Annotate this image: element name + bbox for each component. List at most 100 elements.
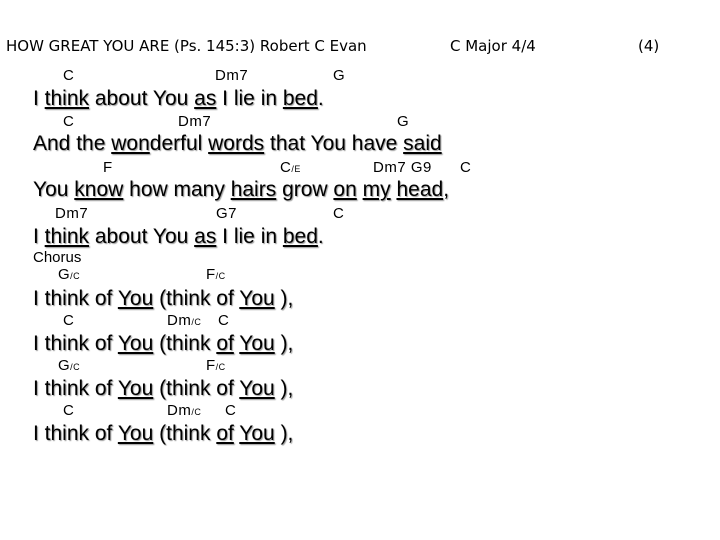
stressed-syllable: hairs bbox=[230, 178, 277, 201]
chord-bass: /C bbox=[70, 271, 81, 281]
lyric-text: derful bbox=[149, 132, 209, 155]
lyric-text: And the bbox=[33, 132, 112, 155]
chord: C bbox=[218, 312, 229, 329]
chord: C/E bbox=[280, 159, 301, 176]
chord: C bbox=[460, 159, 471, 176]
stressed-syllable: of bbox=[216, 332, 234, 355]
stressed-syllable: You bbox=[239, 377, 275, 400]
chord: G7 bbox=[216, 205, 237, 222]
stressed-syllable: You bbox=[117, 287, 154, 310]
chord-root: C bbox=[63, 312, 75, 329]
page-number: (4) bbox=[638, 37, 660, 55]
stressed-syllable: You bbox=[239, 332, 275, 355]
lyric-text: grow bbox=[276, 178, 334, 201]
chord: C bbox=[63, 113, 74, 130]
lyric-line: You know how many hairs grow on my head, bbox=[33, 178, 449, 202]
stressed-syllable: You bbox=[117, 422, 154, 445]
stressed-syllable: head bbox=[396, 178, 444, 201]
lyric-text: (think of bbox=[153, 287, 240, 310]
lyric-text: I think of bbox=[33, 422, 118, 445]
chord-root: G bbox=[397, 113, 410, 130]
stressed-syllable: think bbox=[44, 87, 90, 110]
chord-root: G bbox=[58, 357, 71, 374]
lyric-text: I bbox=[33, 225, 45, 248]
lyric-text: about You bbox=[89, 225, 195, 248]
chord: G bbox=[397, 113, 409, 130]
lyric-text: (think of bbox=[153, 377, 240, 400]
lyric-text: ), bbox=[274, 377, 294, 400]
lyric-text: . bbox=[317, 87, 324, 110]
chord-bass: /C bbox=[70, 362, 81, 372]
chord-root: C bbox=[460, 159, 472, 176]
lyric-text: I lie in bbox=[216, 87, 283, 110]
chord-root: C bbox=[333, 205, 345, 222]
stressed-syllable: won bbox=[111, 132, 150, 155]
chord-root: G bbox=[333, 67, 346, 84]
lyric-line: I think of You (think of You ), bbox=[33, 287, 293, 311]
lyric-text: I bbox=[33, 87, 45, 110]
lyric-text: about You bbox=[89, 87, 195, 110]
chord-root: G bbox=[58, 266, 71, 283]
lyric-text: You bbox=[33, 178, 75, 201]
chord: Dm7 bbox=[178, 113, 211, 130]
chord-root: C bbox=[63, 113, 75, 130]
chord-root: Dm bbox=[167, 402, 192, 419]
chord-root: G7 bbox=[216, 205, 238, 222]
song-key: C Major 4/4 bbox=[450, 37, 536, 55]
chord: F/C bbox=[206, 266, 226, 283]
chorus-label: Chorus bbox=[33, 249, 82, 266]
stressed-syllable: as bbox=[194, 87, 217, 110]
chord-root: C bbox=[63, 67, 75, 84]
song-title: HOW GREAT YOU ARE (Ps. 145:3) Robert C E… bbox=[6, 37, 367, 55]
chord: Dm7 bbox=[215, 67, 248, 84]
stressed-syllable: You bbox=[239, 287, 275, 310]
stressed-syllable: said bbox=[403, 132, 442, 155]
chord-root: C bbox=[280, 159, 292, 176]
chord-root: Dm7 bbox=[55, 205, 89, 222]
chord: F bbox=[103, 159, 113, 176]
chord: Dm7 bbox=[55, 205, 88, 222]
chord: G/C bbox=[58, 266, 80, 283]
lyric-text: , bbox=[443, 178, 450, 201]
lyric-line: I think of You (think of You ), bbox=[33, 377, 293, 401]
chord: C bbox=[225, 402, 236, 419]
lyric-text: that You have bbox=[264, 132, 404, 155]
lyric-line: I think about You as I lie in bed. bbox=[33, 87, 324, 111]
chord: Dm7 G9 bbox=[373, 159, 432, 176]
chord: C bbox=[63, 67, 74, 84]
chord: C bbox=[333, 205, 344, 222]
stressed-syllable: think bbox=[44, 225, 90, 248]
chord-bass: /E bbox=[291, 164, 301, 174]
chord-root: Dm7 bbox=[178, 113, 212, 130]
chord: Dm/C bbox=[167, 312, 201, 329]
stressed-syllable: as bbox=[194, 225, 217, 248]
chord: G/C bbox=[58, 357, 80, 374]
lyric-text: I think of bbox=[33, 332, 118, 355]
chord: C bbox=[63, 312, 74, 329]
lyric-text: I think of bbox=[33, 287, 118, 310]
stressed-syllable: You bbox=[117, 332, 154, 355]
chord-bass: /C bbox=[215, 362, 226, 372]
stressed-syllable: bed bbox=[282, 87, 318, 110]
chord-root: F bbox=[206, 357, 216, 374]
chord-root: Dm7 G9 bbox=[373, 159, 432, 176]
chord-root: C bbox=[63, 402, 75, 419]
lyric-text: (think bbox=[153, 332, 217, 355]
lyric-text: I think of bbox=[33, 377, 118, 400]
chord-bass: /C bbox=[191, 407, 202, 417]
stressed-syllable: words bbox=[208, 132, 265, 155]
chord: C bbox=[63, 402, 74, 419]
chord-root: Dm bbox=[167, 312, 192, 329]
stressed-syllable: my bbox=[362, 178, 391, 201]
lyric-line: I think about You as I lie in bed. bbox=[33, 225, 324, 249]
stressed-syllable: You bbox=[117, 377, 154, 400]
lyric-line: And the wonderful words that You have sa… bbox=[33, 132, 442, 156]
chord: G bbox=[333, 67, 345, 84]
chord-root: C bbox=[225, 402, 237, 419]
lyric-text: I lie in bbox=[216, 225, 283, 248]
lyric-text: ), bbox=[274, 287, 294, 310]
lyric-line: I think of You (think of You ), bbox=[33, 422, 293, 446]
chord-root: F bbox=[206, 266, 216, 283]
chord-root: Dm7 bbox=[215, 67, 249, 84]
chord-bass: /C bbox=[215, 271, 226, 281]
